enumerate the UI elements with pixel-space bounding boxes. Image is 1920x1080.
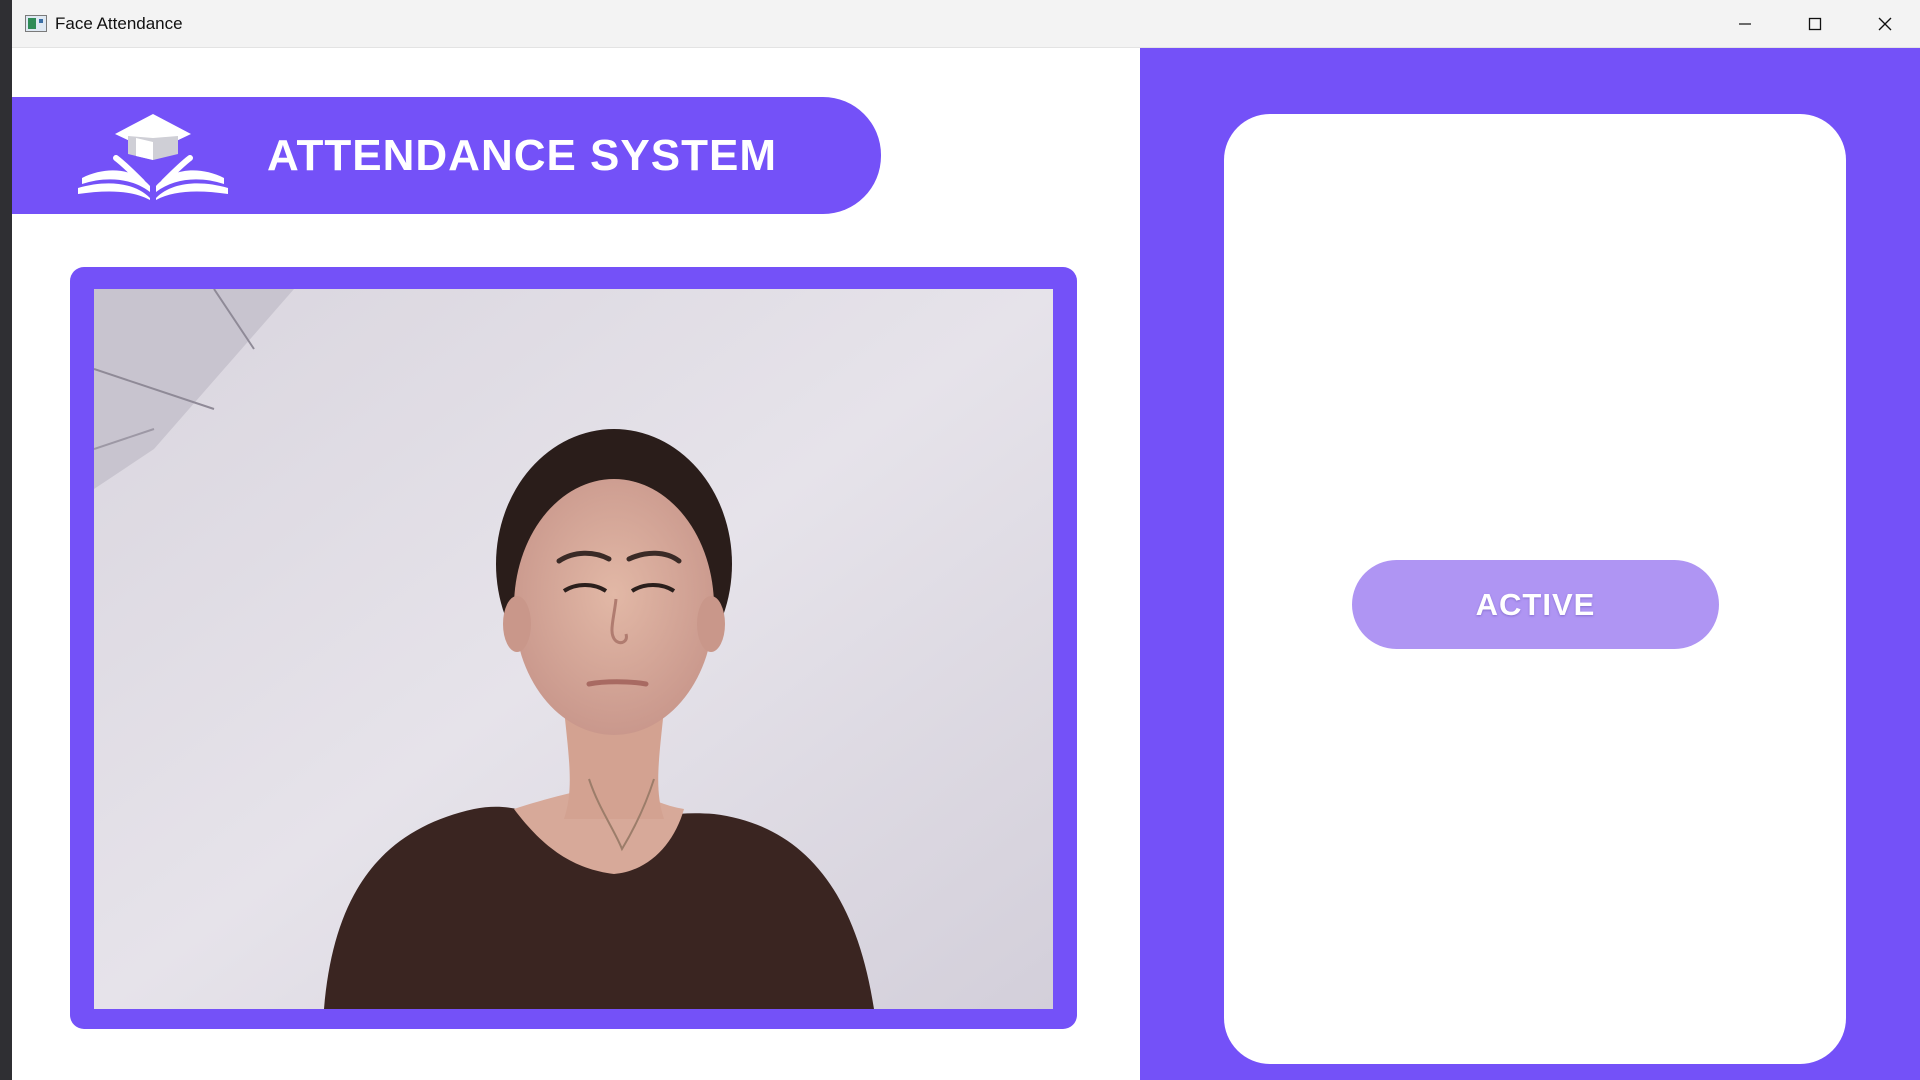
minimize-button[interactable] — [1710, 0, 1780, 47]
app-window: Face Attendance ATTENDANCE SYSTEM ACTIVE — [12, 0, 1920, 1080]
camera-frame — [70, 267, 1077, 1029]
status-card: ACTIVE — [1224, 114, 1846, 1064]
header-banner: ATTENDANCE SYSTEM — [12, 97, 881, 214]
status-badge: ACTIVE — [1352, 560, 1719, 649]
close-button[interactable] — [1850, 0, 1920, 47]
minimize-icon — [1739, 22, 1751, 25]
title-bar[interactable]: Face Attendance — [12, 0, 1920, 48]
maximize-button[interactable] — [1780, 0, 1850, 47]
left-panel: ATTENDANCE SYSTEM — [12, 48, 1140, 1080]
right-panel: ACTIVE — [1140, 48, 1920, 1080]
maximize-icon — [1808, 17, 1822, 30]
page-title: ATTENDANCE SYSTEM — [267, 131, 777, 180]
window-title: Face Attendance — [55, 13, 183, 33]
window-controls — [1710, 0, 1920, 47]
close-icon — [1878, 17, 1892, 30]
app-content: ATTENDANCE SYSTEM ACTIVE — [12, 48, 1920, 1080]
camera-feed — [94, 289, 1053, 1009]
graduation-cap-book-icon — [78, 114, 228, 200]
camera-feed-image — [94, 289, 1053, 1009]
app-icon — [25, 15, 47, 32]
desktop-background — [0, 0, 12, 1080]
